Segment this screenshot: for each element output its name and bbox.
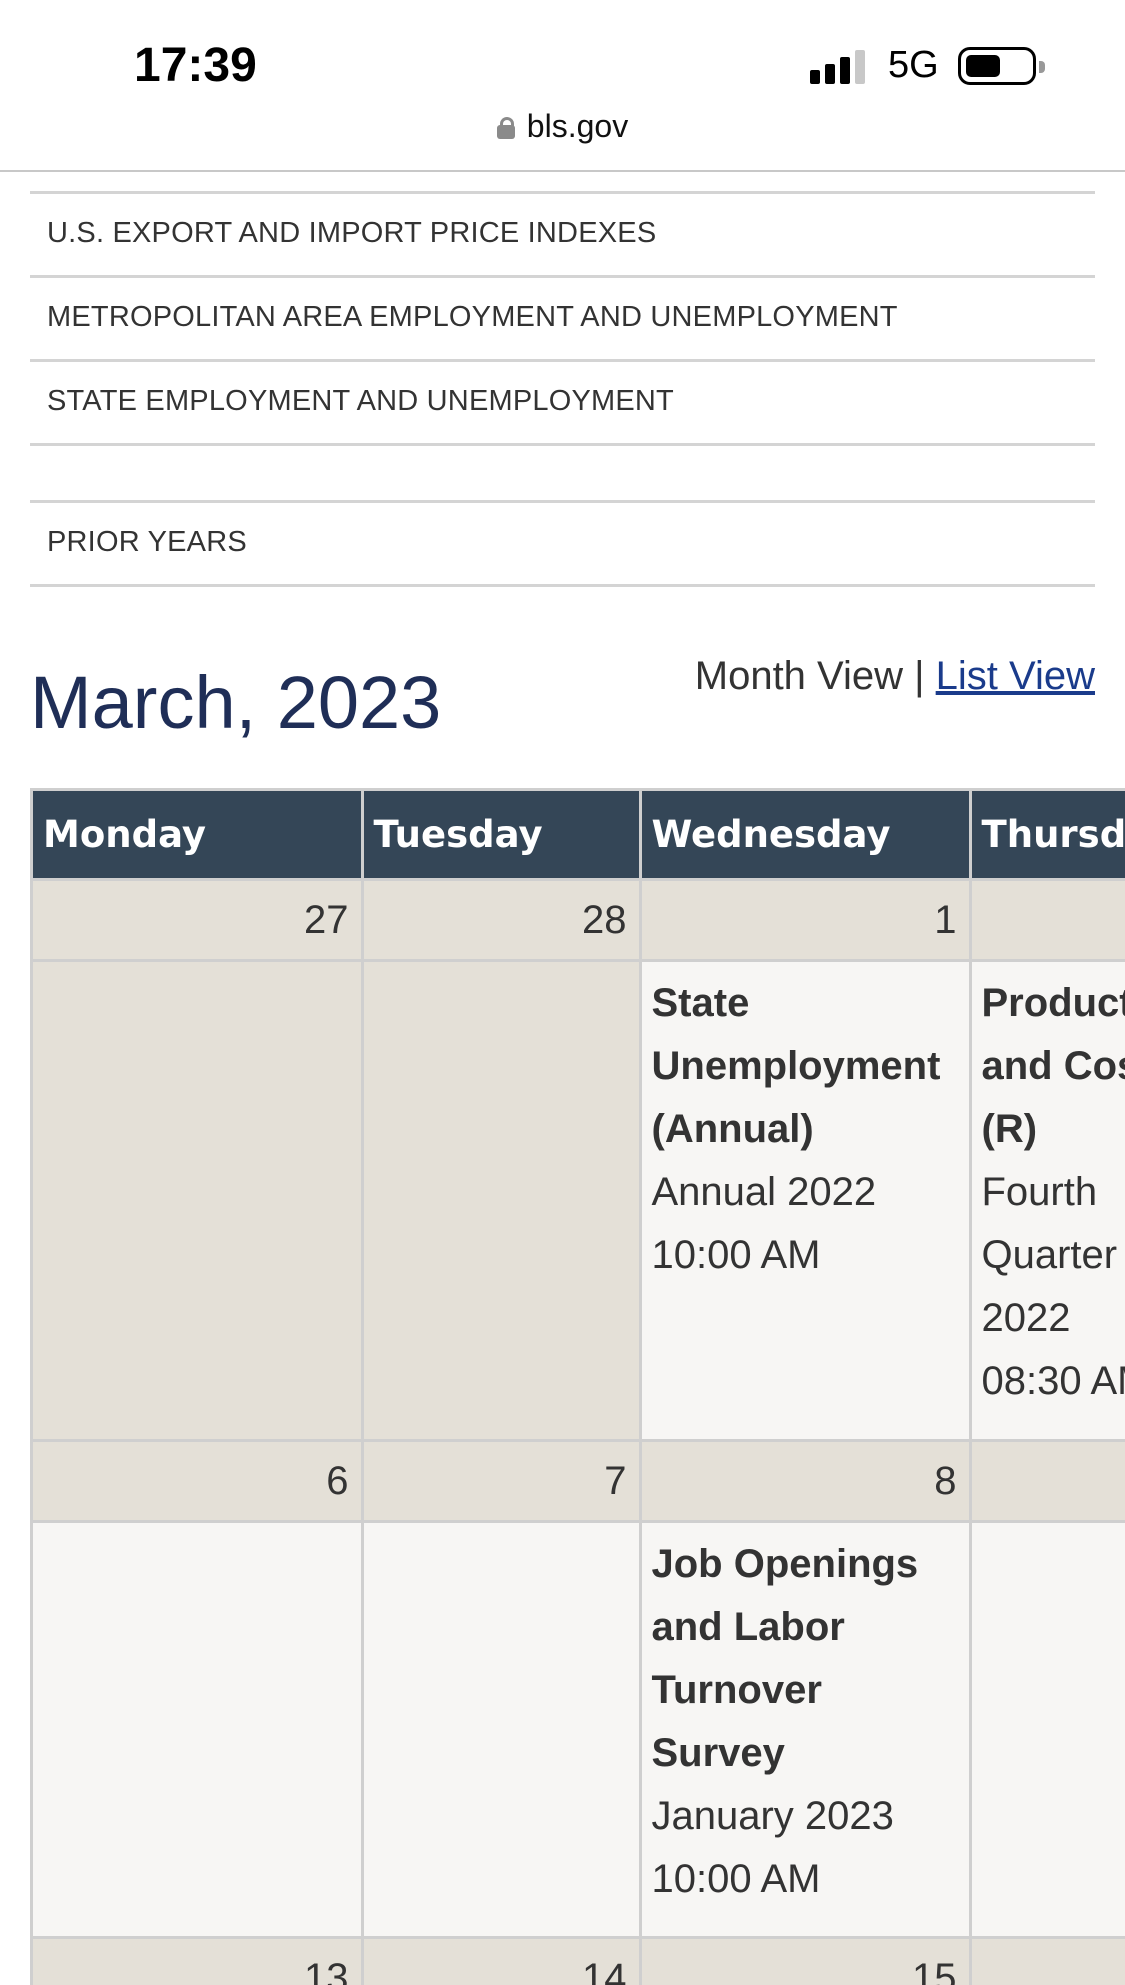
date-cell: 13	[33, 1936, 364, 1985]
event-time: 10:00 AM	[651, 1233, 821, 1277]
day-header-wednesday: Wednesday	[640, 788, 972, 881]
event-period: January 2023	[651, 1794, 894, 1838]
event-period: Fourth	[981, 1170, 1098, 1214]
signal-icon	[810, 48, 870, 84]
menu-item-export-import[interactable]: U.S. EXPORT AND IMPORT PRICE INDEXES	[30, 191, 1095, 275]
event-title[interactable]: State Unemployment (Annual)	[652, 972, 959, 1161]
event-productivity-costs[interactable]: Productivity and Costs (R) Fourth Quarte…	[970, 959, 1125, 1442]
event-row: Job Openings and Labor Turnover Survey J…	[33, 1520, 1125, 1939]
date-cell: 6	[33, 1439, 364, 1523]
event-cell-empty	[970, 1520, 1125, 1939]
list-view-link[interactable]: List View	[936, 654, 1095, 698]
event-period: 2022	[981, 1296, 1071, 1340]
date-cell: 7	[362, 1439, 642, 1523]
date-cell	[970, 1439, 1125, 1523]
event-period: Annual 2022	[651, 1170, 877, 1214]
month-view-label: Month View	[694, 654, 904, 698]
release-menu: U.S. EXPORT AND IMPORT PRICE INDEXES MET…	[30, 191, 1095, 587]
date-cell: 27	[33, 878, 364, 962]
event-jolts[interactable]: Job Openings and Labor Turnover Survey J…	[640, 1520, 972, 1939]
date-cell: 1	[640, 878, 972, 962]
event-cell-empty	[33, 1520, 364, 1939]
event-period: Quarter	[981, 1233, 1118, 1277]
date-cell	[970, 878, 1125, 962]
battery-icon	[958, 47, 1045, 85]
calendar-grid: Monday Tuesday Wednesday Thursday 27 28 …	[30, 788, 1125, 1985]
menu-spacer	[30, 443, 1095, 500]
date-row: 13 14 15	[33, 1936, 1125, 1985]
menu-item-prior-years[interactable]: PRIOR YEARS	[30, 500, 1095, 584]
day-header-thursday: Thursday	[970, 788, 1125, 881]
day-header-monday: Monday	[33, 788, 364, 881]
event-cell-empty	[362, 959, 642, 1442]
url-text: bls.gov	[526, 108, 629, 144]
event-state-unemployment[interactable]: State Unemployment (Annual) Annual 2022 …	[640, 959, 972, 1442]
menu-divider	[30, 584, 1095, 587]
status-bar: 17:39 5G	[0, 0, 1125, 110]
event-title[interactable]: Job Openings and Labor Turnover Survey	[652, 1533, 959, 1785]
header-divider	[0, 170, 1125, 172]
date-row: 6 7 8	[33, 1439, 1125, 1523]
calendar-title: March, 2023	[30, 661, 442, 744]
date-cell: 15	[640, 1936, 972, 1985]
menu-item-metro-employment[interactable]: METROPOLITAN AREA EMPLOYMENT AND UNEMPLO…	[30, 275, 1095, 359]
date-cell: 28	[362, 878, 642, 962]
event-time: 08:30 AM	[981, 1359, 1125, 1403]
status-time: 17:39	[134, 39, 257, 92]
menu-item-state-employment[interactable]: STATE EMPLOYMENT AND UNEMPLOYMENT	[30, 359, 1095, 443]
date-cell: 8	[640, 1439, 972, 1523]
date-cell: 14	[362, 1936, 642, 1985]
event-cell-empty	[362, 1520, 642, 1939]
lock-icon	[496, 117, 515, 139]
event-cell-empty	[33, 959, 364, 1442]
event-title[interactable]: Productivity and Costs (R)	[982, 972, 1125, 1161]
url-bar[interactable]: bls.gov	[0, 108, 1125, 145]
view-separator: |	[914, 654, 925, 698]
date-row: 27 28 1	[33, 878, 1125, 962]
network-type: 5G	[888, 44, 939, 86]
event-row: State Unemployment (Annual) Annual 2022 …	[33, 959, 1125, 1442]
view-switch: Month View | List View	[695, 654, 1095, 699]
event-time: 10:00 AM	[651, 1857, 821, 1901]
date-cell	[970, 1936, 1125, 1985]
day-header-tuesday: Tuesday	[362, 788, 642, 881]
